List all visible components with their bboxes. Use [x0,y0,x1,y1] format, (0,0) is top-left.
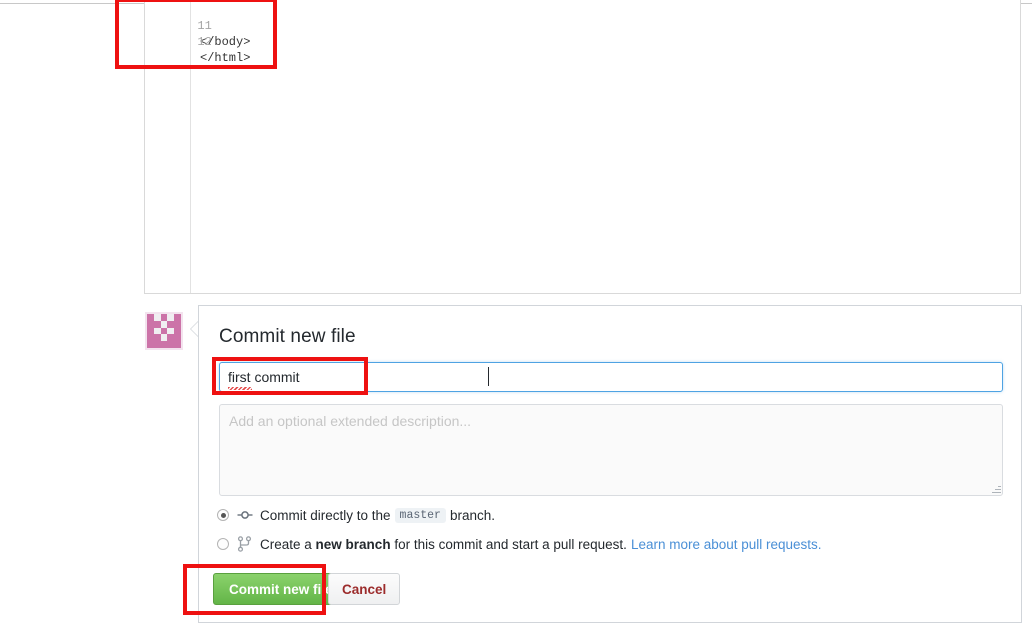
pull-requests-help-link[interactable]: Learn more about pull requests. [631,537,822,552]
code-line[interactable]: 11 </body> [145,2,250,49]
option-text-before: Commit directly to the [260,507,391,523]
identicon-cell [147,314,154,321]
identicon-cell [174,320,181,328]
identicon-cell [167,320,175,328]
user-identicon [147,314,181,348]
cancel-button[interactable]: Cancel [328,573,401,605]
commit-description-textarea[interactable] [219,404,1003,496]
line-number: 11 [197,19,212,33]
option-text-after: for this commit and start a pull request… [394,536,627,552]
text-caret [488,367,489,386]
identicon-cell [160,320,168,328]
page-title: Commit new file [219,326,356,347]
option-commit-directly[interactable]: Commit directly to the master branch. [217,507,495,523]
option-text-strong: new branch [315,536,391,552]
spellcheck-underline [228,387,252,390]
branch-name-badge: master [394,507,446,523]
radio-create-new-branch[interactable] [217,538,229,550]
identicon-cell [160,314,168,321]
radio-commit-directly[interactable] [217,509,229,521]
identicon-cell [167,334,175,342]
code-editor-panel[interactable]: 11 </body> 12 </html> [144,0,1021,294]
identicon-cell [147,341,154,348]
identicon-cell [153,334,161,342]
identicon-cell [160,341,168,348]
option-text-before: Create a [260,536,312,552]
identicon-cell [174,314,181,321]
identicon-cell [174,327,181,335]
git-branch-icon [237,536,252,552]
line-content: </html> [200,51,251,65]
commit-summary-input[interactable] [219,362,1003,392]
line-number: 12 [197,35,212,49]
identicon-cell [174,334,181,342]
identicon-cell [167,341,175,348]
identicon-cell [174,341,181,348]
option-create-new-branch[interactable]: Create a new branch for this commit and … [217,536,822,552]
identicon-cell [147,320,154,328]
identicon-cell [153,314,161,321]
identicon-cell [147,334,154,342]
identicon-cell [160,327,168,335]
code-line[interactable]: 12 </html> [145,18,250,65]
identicon-cell [167,314,175,321]
option-text-after: branch. [449,507,495,523]
git-commit-icon [237,511,253,519]
identicon-cell [153,327,161,335]
identicon-cell [167,327,175,335]
identicon-cell [153,341,161,348]
identicon-cell [147,327,154,335]
identicon-cell [160,334,168,342]
identicon-cell [153,320,161,328]
avatar [145,312,183,350]
commit-new-file-panel: Commit new file Commit directly to the m… [198,305,1022,623]
